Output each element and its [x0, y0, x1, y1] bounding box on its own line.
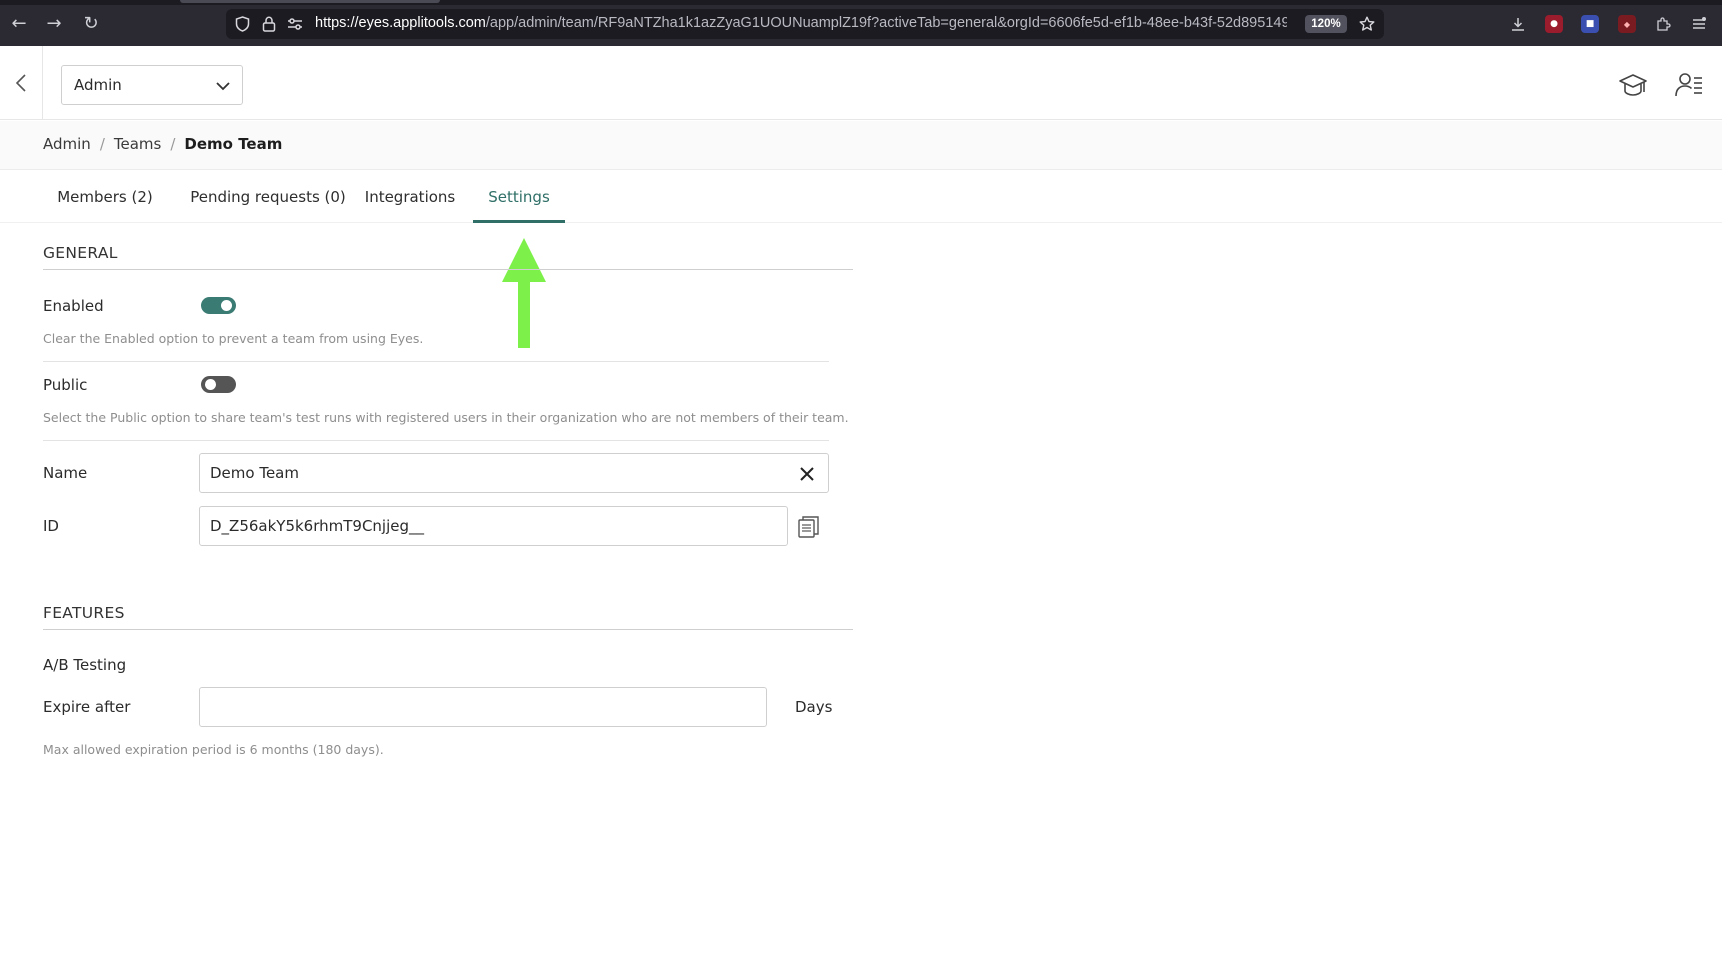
- extension-ublock-icon[interactable]: ◆: [1618, 15, 1636, 33]
- breadcrumb: Admin / Teams / Demo Team: [43, 135, 282, 153]
- tab-settings[interactable]: Settings: [473, 171, 565, 223]
- org-select-dropdown[interactable]: Admin: [61, 65, 243, 105]
- team-name-input[interactable]: Demo Team: [199, 453, 829, 493]
- browser-tab-strip: [0, 0, 1722, 5]
- team-id-input[interactable]: D_Z56akY5k6rhmT9Cnjjeg__: [199, 506, 788, 546]
- browser-forward-icon[interactable]: →: [43, 13, 65, 35]
- chevron-down-icon: [216, 82, 230, 91]
- name-label: Name: [43, 464, 88, 482]
- lock-icon[interactable]: [259, 14, 279, 34]
- days-unit-label: Days: [795, 698, 833, 716]
- expire-after-help-text: Max allowed expiration period is 6 month…: [43, 742, 384, 757]
- graduation-cap-icon[interactable]: [1618, 70, 1648, 100]
- ab-testing-label: A/B Testing: [43, 656, 127, 674]
- bookmark-star-icon[interactable]: [1357, 14, 1377, 34]
- enabled-help-text: Clear the Enabled option to prevent a te…: [43, 331, 424, 346]
- general-section-rule: [43, 269, 853, 270]
- zoom-level-badge[interactable]: 120%: [1305, 15, 1347, 33]
- row-divider: [43, 440, 829, 441]
- public-label: Public: [43, 376, 88, 394]
- back-chevron-icon[interactable]: [8, 68, 34, 98]
- user-settings-icon[interactable]: [1674, 70, 1704, 100]
- breadcrumb-separator: /: [170, 135, 176, 153]
- team-id-value: D_Z56akY5k6rhmT9Cnjjeg__: [210, 517, 425, 535]
- public-help-text: Select the Public option to share team's…: [43, 410, 849, 425]
- browser-reload-icon[interactable]: ↻: [80, 13, 102, 35]
- browser-back-icon[interactable]: ←: [8, 13, 30, 35]
- general-section-title: GENERAL: [43, 244, 118, 262]
- features-section-rule: [43, 629, 853, 630]
- breadcrumb-bar: Admin / Teams / Demo Team: [0, 121, 1722, 170]
- url-path: /app/admin/team/RF9aNTZha1k1azZyaG1UOUNu…: [485, 15, 1287, 31]
- extension-red-icon[interactable]: ●: [1545, 15, 1563, 33]
- id-label: ID: [43, 517, 59, 535]
- browser-toolbar: ← → ↻ https://eyes.applitools.com/app/ad…: [0, 0, 1722, 46]
- url-host: https://eyes.applitools.com: [315, 15, 486, 31]
- toggle-knob: [221, 300, 232, 311]
- enabled-label: Enabled: [43, 297, 104, 315]
- extensions-puzzle-icon[interactable]: [1654, 15, 1672, 33]
- breadcrumb-item-teams[interactable]: Teams: [114, 135, 161, 153]
- app-header: Admin: [0, 46, 1722, 120]
- clear-icon[interactable]: [798, 465, 816, 483]
- org-select-value: Admin: [74, 76, 122, 94]
- tab-members[interactable]: Members (2): [52, 171, 158, 223]
- browser-active-tab[interactable]: [180, 0, 440, 3]
- breadcrumb-separator: /: [99, 135, 105, 153]
- browser-menu-icon[interactable]: [1690, 15, 1708, 33]
- header-divider: [42, 46, 43, 120]
- team-tabs: Members (2) Pending requests (0) Integra…: [0, 171, 1722, 223]
- tab-pending-requests[interactable]: Pending requests (0): [178, 171, 358, 223]
- url-text[interactable]: https://eyes.applitools.com/app/admin/te…: [315, 15, 1287, 33]
- enabled-toggle[interactable]: [201, 297, 236, 314]
- expire-after-input[interactable]: [199, 687, 767, 727]
- address-bar[interactable]: https://eyes.applitools.com/app/admin/te…: [226, 9, 1384, 39]
- row-divider: [43, 361, 829, 362]
- extension-video-icon[interactable]: ■: [1581, 15, 1599, 33]
- tab-integrations[interactable]: Integrations: [360, 171, 460, 223]
- annotation-up-arrow-icon: [502, 238, 546, 348]
- toggle-knob: [205, 379, 216, 390]
- team-name-value: Demo Team: [210, 464, 299, 482]
- breadcrumb-current: Demo Team: [184, 135, 283, 153]
- public-toggle[interactable]: [201, 376, 236, 393]
- site-permissions-icon[interactable]: [285, 14, 305, 34]
- breadcrumb-item-admin[interactable]: Admin: [43, 135, 91, 153]
- features-section-title: FEATURES: [43, 604, 125, 622]
- expire-after-label: Expire after: [43, 698, 131, 716]
- downloads-icon[interactable]: [1509, 15, 1527, 33]
- copy-icon[interactable]: [797, 515, 821, 539]
- shield-icon[interactable]: [232, 14, 252, 34]
